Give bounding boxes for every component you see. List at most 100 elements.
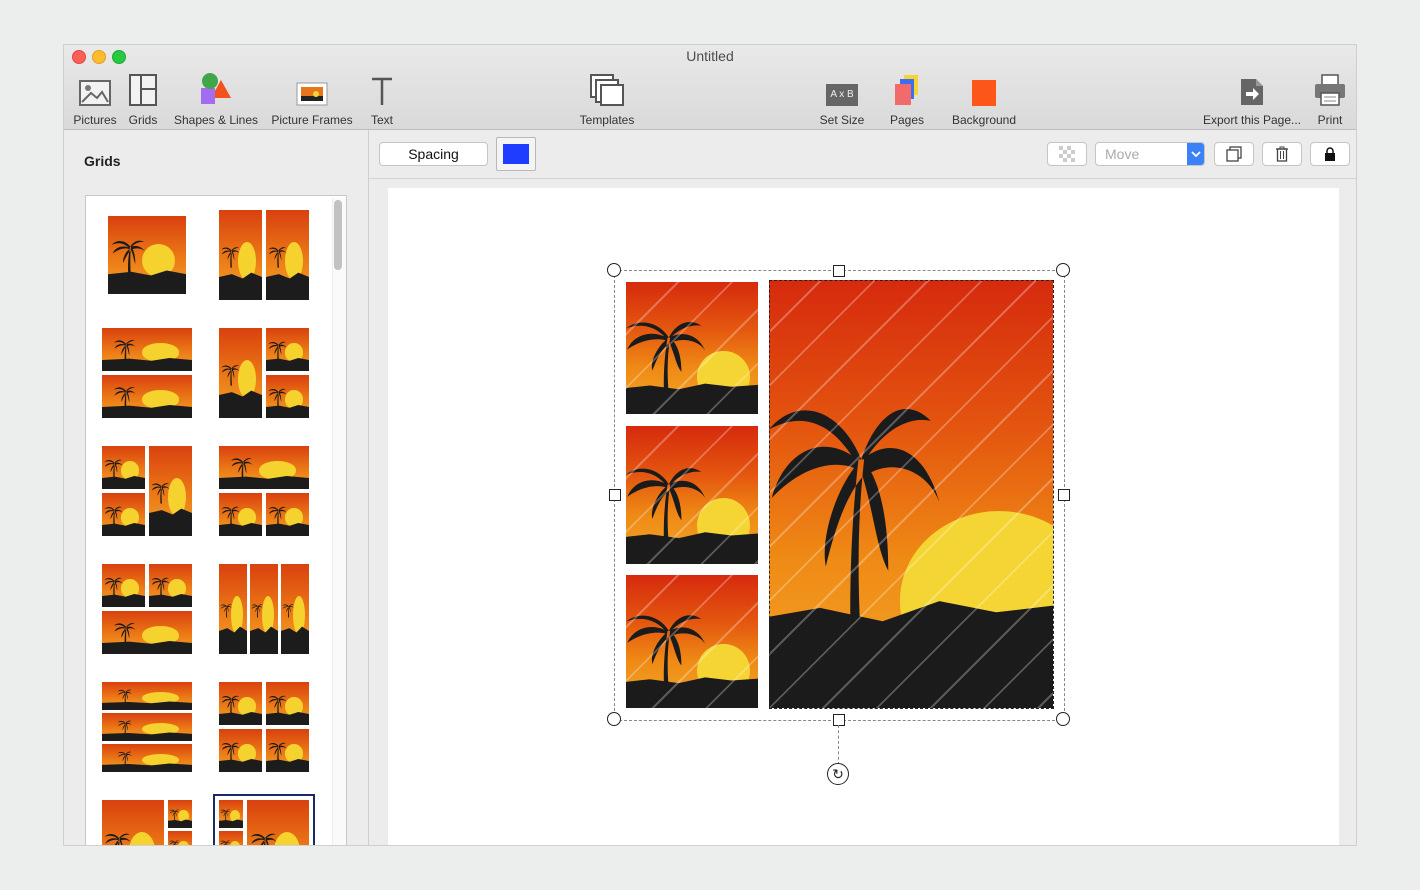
- move-select-value: Move: [1105, 146, 1140, 162]
- grid-thumb-cell: [101, 492, 146, 537]
- grid-layout-thumbnail[interactable]: [217, 680, 311, 774]
- grids-sidebar: Grids: [64, 130, 369, 845]
- toolbar-background-button[interactable]: Background: [944, 72, 1024, 127]
- grid-layout-thumbnail[interactable]: [100, 798, 194, 845]
- toolbar-text-button[interactable]: Text: [364, 72, 400, 127]
- toolbar-pages-label: Pages: [889, 113, 925, 127]
- delete-button[interactable]: [1262, 142, 1302, 166]
- grid-layout-list[interactable]: [85, 195, 347, 845]
- resize-handle-left[interactable]: [609, 489, 621, 501]
- duplicate-icon: [1226, 146, 1242, 162]
- grid-thumb-cell: [148, 445, 193, 537]
- app-window: Untitled Pictures Grids Shapes & Lines P…: [64, 45, 1356, 845]
- toolbar-templates-label: Templates: [579, 113, 635, 127]
- grid-thumb-cell: [101, 445, 146, 490]
- grid-thumb-cell: [218, 445, 310, 490]
- grid-thumb-cell: [265, 374, 310, 419]
- toolbar-export-button[interactable]: Export this Page...: [1196, 72, 1308, 127]
- grid-layout-thumbnail[interactable]: [100, 562, 194, 656]
- print-icon: [1310, 72, 1350, 106]
- grid-thumb-cell: [167, 799, 193, 829]
- grid-thumb-cell: [218, 728, 263, 773]
- grid-thumb-cell: [148, 563, 193, 608]
- shapes-icon: [168, 72, 264, 106]
- toolbar-templates-button[interactable]: Templates: [572, 72, 642, 127]
- grid-thumb-cell: [101, 743, 193, 773]
- text-icon: [364, 72, 400, 106]
- resize-handle-top-left[interactable]: [607, 263, 621, 277]
- grid-layout-thumbnail[interactable]: [100, 326, 194, 420]
- trash-icon: [1276, 146, 1288, 162]
- active-cell-outline: [769, 280, 1054, 709]
- grid-thumb-cell: [218, 830, 244, 845]
- rotation-guide-line: [838, 725, 839, 765]
- grid-thumb-cell: [101, 712, 193, 742]
- grid-layout-thumbnail[interactable]: [217, 208, 311, 302]
- toolbar-frames-button[interactable]: Picture Frames: [266, 72, 358, 127]
- spacing-button[interactable]: Spacing: [379, 142, 488, 166]
- grid-thumb-cell: [218, 681, 263, 726]
- grid-thumb-cell: [218, 209, 263, 301]
- set-size-icon: A x B: [812, 72, 872, 106]
- toolbar-set-size-button[interactable]: A x B Set Size: [812, 72, 872, 127]
- grid-layout-thumbnail[interactable]: [100, 208, 194, 302]
- grid-thumb-cell: [101, 374, 193, 419]
- spacing-color-swatch: [503, 144, 529, 164]
- grid-layout-thumbnail[interactable]: [217, 444, 311, 538]
- grid-thumb-cell: [101, 681, 193, 711]
- grid-thumb-cell: [218, 563, 248, 655]
- pages-icon: [882, 72, 932, 106]
- transparency-button[interactable]: [1047, 142, 1087, 166]
- duplicate-button[interactable]: [1214, 142, 1254, 166]
- grid-thumb-cell: [265, 209, 310, 301]
- resize-handle-top-right[interactable]: [1056, 263, 1070, 277]
- move-select[interactable]: Move: [1095, 142, 1205, 166]
- resize-handle-top[interactable]: [833, 265, 845, 277]
- grid-thumb-cell: [265, 728, 310, 773]
- lock-icon: [1325, 147, 1335, 161]
- grid-thumb-cell: [107, 215, 187, 295]
- resize-handle-bottom-left[interactable]: [607, 712, 621, 726]
- grid-thumb-cell: [101, 327, 193, 372]
- grid-thumb-cell: [218, 492, 263, 537]
- grid-layout-thumbnail[interactable]: [100, 680, 194, 774]
- pictures-icon: [68, 72, 122, 106]
- chevron-down-icon: [1187, 143, 1204, 165]
- background-icon: [944, 72, 1024, 106]
- grid-layout-thumbnail[interactable]: [100, 444, 194, 538]
- resize-handle-bottom[interactable]: [833, 714, 845, 726]
- resize-handle-bottom-right[interactable]: [1056, 712, 1070, 726]
- toolbar-print-button[interactable]: Print: [1310, 72, 1350, 127]
- grid-thumb-cell: [218, 327, 263, 419]
- toolbar-pictures-button[interactable]: Pictures: [68, 72, 122, 127]
- templates-icon: [572, 72, 642, 106]
- lock-button[interactable]: [1310, 142, 1350, 166]
- grid-thumb-cell: [280, 563, 310, 655]
- grids-icon: [124, 72, 162, 106]
- toolbar-print-label: Print: [1317, 113, 1343, 127]
- grid-layout-thumbnail[interactable]: [217, 562, 311, 656]
- grid-thumb-cell: [265, 681, 310, 726]
- rotate-icon[interactable]: ↻: [827, 763, 849, 785]
- background-swatch: [972, 80, 996, 106]
- set-size-icon-text: A x B: [826, 84, 858, 106]
- grid-thumb-cell: [218, 799, 244, 829]
- checker-icon: [1059, 146, 1075, 162]
- grid-thumb-cell: [101, 610, 193, 655]
- grid-layout-thumbnail[interactable]: [217, 326, 311, 420]
- toolbar-pages-button[interactable]: Pages: [882, 72, 932, 127]
- toolbar-background-label: Background: [951, 113, 1017, 127]
- toolbar-shapes-button[interactable]: Shapes & Lines: [168, 72, 264, 127]
- spacing-color-well[interactable]: [496, 137, 536, 171]
- grid-list-scrollbar[interactable]: [332, 198, 346, 845]
- grid-layout-thumbnail[interactable]: [213, 794, 315, 845]
- toolbar-grids-label: Grids: [128, 113, 158, 127]
- window-title: Untitled: [686, 48, 734, 64]
- grid-list-scroll-thumb[interactable]: [334, 200, 342, 270]
- toolbar-grids-button[interactable]: Grids: [124, 72, 162, 127]
- grid-thumb-cell: [265, 327, 310, 372]
- toolbar-shapes-label: Shapes & Lines: [173, 113, 259, 127]
- toolbar-frames-label: Picture Frames: [271, 113, 353, 127]
- resize-handle-right[interactable]: [1058, 489, 1070, 501]
- frames-icon: [266, 72, 358, 106]
